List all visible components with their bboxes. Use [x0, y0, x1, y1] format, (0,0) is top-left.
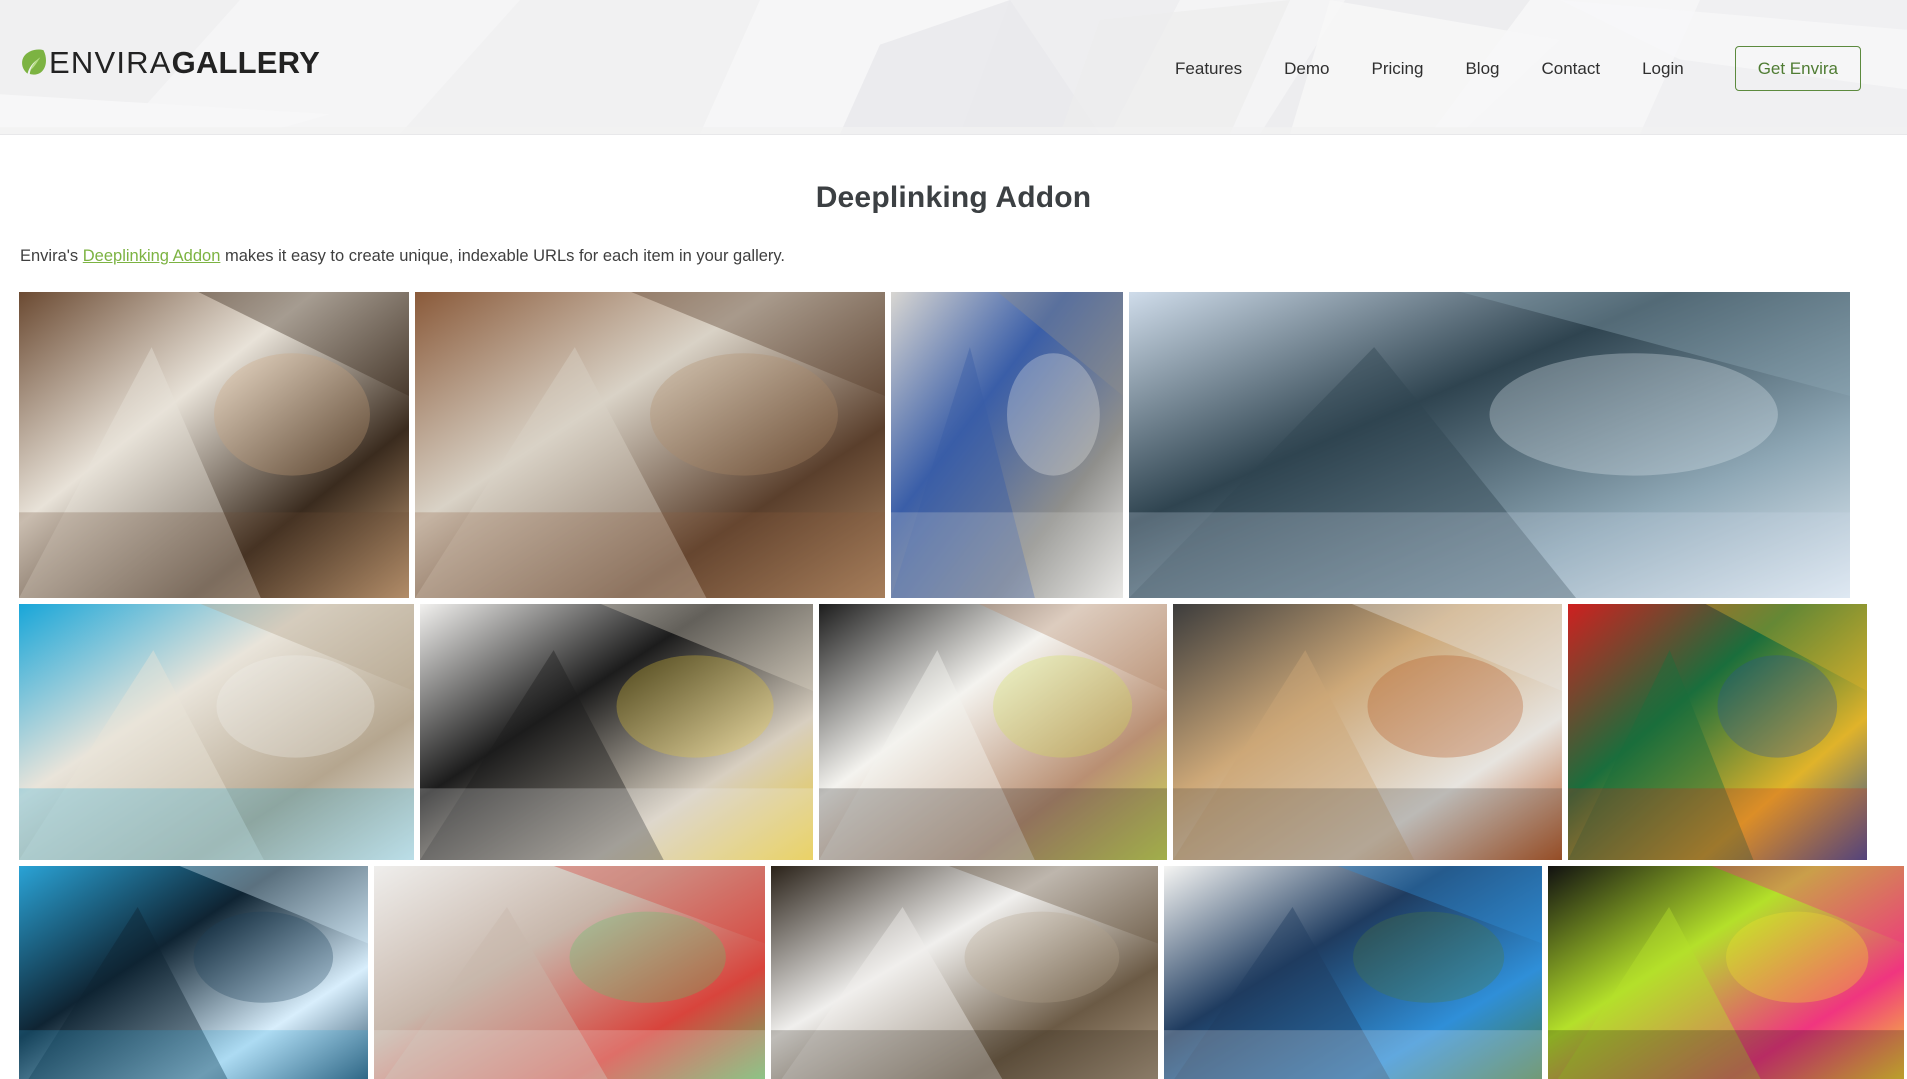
gallery-row-1 [19, 292, 1888, 599]
gallery-item[interactable] [771, 866, 1158, 1079]
gallery-item[interactable] [1164, 866, 1542, 1079]
leaf-icon [22, 49, 46, 75]
site-logo[interactable]: ENVIRAGALLERY [20, 47, 320, 78]
header-inner: ENVIRAGALLERY Features Demo Pricing Blog… [0, 0, 1907, 134]
deeplinking-addon-link[interactable]: Deeplinking Addon [83, 247, 221, 265]
gallery-item[interactable] [19, 604, 414, 861]
gallery-item[interactable] [374, 866, 765, 1079]
logo-text: ENVIRAGALLERY [49, 47, 320, 78]
logo-text-light: ENVIRA [49, 45, 172, 80]
gallery-item[interactable] [1173, 604, 1562, 861]
main-navigation: Features Demo Pricing Blog Contact Login… [1154, 46, 1861, 91]
nav-item-contact[interactable]: Contact [1520, 50, 1621, 87]
intro-text-after: makes it easy to create unique, indexabl… [220, 247, 786, 265]
gallery-image [1164, 866, 1542, 1079]
nav-item-pricing[interactable]: Pricing [1350, 50, 1444, 87]
gallery-image [19, 604, 414, 861]
gallery-image [415, 292, 885, 599]
intro-text-before: Envira's [20, 247, 83, 265]
image-gallery [0, 292, 1907, 1079]
gallery-item[interactable] [819, 604, 1167, 861]
gallery-row-2 [19, 604, 1888, 861]
gallery-item[interactable] [1568, 604, 1867, 861]
gallery-image [374, 866, 765, 1079]
logo-text-bold: GALLERY [171, 45, 320, 80]
gallery-image [891, 292, 1123, 599]
page-body: Deeplinking Addon Envira's Deeplinking A… [0, 135, 1907, 1079]
gallery-item[interactable] [1548, 866, 1904, 1079]
gallery-row-3 [19, 866, 1904, 1079]
gallery-image [1173, 604, 1562, 861]
gallery-image [19, 866, 368, 1079]
intro-paragraph: Envira's Deeplinking Addon makes it easy… [0, 215, 1907, 267]
gallery-item[interactable] [415, 292, 885, 599]
gallery-image [19, 292, 409, 599]
gallery-image [771, 866, 1158, 1079]
gallery-image [1129, 292, 1850, 599]
gallery-image [1548, 866, 1904, 1079]
site-header: ENVIRAGALLERY Features Demo Pricing Blog… [0, 0, 1907, 135]
page-title: Deeplinking Addon [815, 181, 1092, 214]
gallery-image [1568, 604, 1867, 861]
nav-item-features[interactable]: Features [1154, 50, 1263, 87]
nav-item-login[interactable]: Login [1621, 50, 1705, 87]
gallery-item[interactable] [420, 604, 813, 861]
gallery-item[interactable] [891, 292, 1123, 599]
gallery-item[interactable] [1129, 292, 1850, 599]
gallery-image [420, 604, 813, 861]
nav-item-blog[interactable]: Blog [1444, 50, 1520, 87]
gallery-item[interactable] [19, 292, 409, 599]
get-envira-button[interactable]: Get Envira [1734, 46, 1861, 91]
nav-item-demo[interactable]: Demo [1263, 50, 1350, 87]
gallery-item[interactable] [19, 866, 368, 1079]
gallery-image [819, 604, 1167, 861]
